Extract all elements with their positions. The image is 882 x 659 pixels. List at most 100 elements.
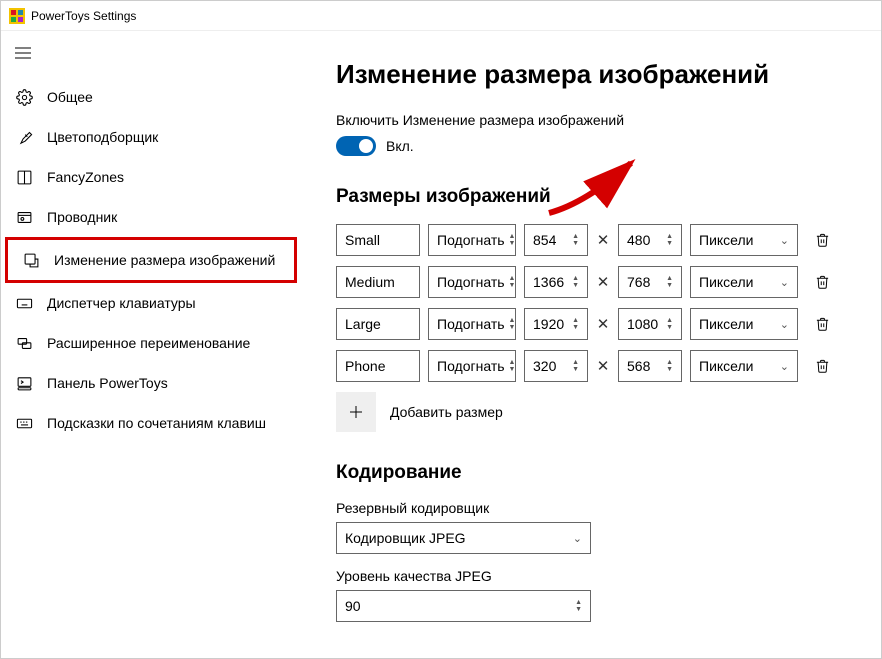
spinner-icon: ▲▼: [575, 599, 582, 613]
sidebar-item-label: Цветоподборщик: [47, 129, 158, 145]
add-size-button[interactable]: [336, 392, 376, 432]
selection-highlight: Изменение размера изображений: [5, 237, 297, 283]
size-height-input[interactable]: 1080▲▼: [618, 308, 682, 340]
sidebar-item-label: Панель PowerToys: [47, 375, 168, 391]
size-name-input[interactable]: Small: [336, 224, 420, 256]
spinner-icon: ▲▼: [509, 359, 516, 373]
eyedropper-icon: [15, 128, 33, 146]
size-unit-select[interactable]: Пиксели⌄: [690, 266, 798, 298]
spinner-icon: ▲▼: [666, 275, 673, 289]
size-name-input[interactable]: Medium: [336, 266, 420, 298]
sidebar-item-image-resizer[interactable]: Изменение размера изображений: [8, 240, 294, 280]
fallback-encoder-value: Кодировщик JPEG: [345, 530, 466, 546]
size-name-input[interactable]: Phone: [336, 350, 420, 382]
sidebar-item-powerrename[interactable]: Расширенное переименование: [1, 323, 301, 363]
size-row: LargeПодогнать▲▼1920▲▼ ✕ 1080▲▼Пиксели⌄: [336, 308, 853, 340]
size-width-input[interactable]: 1920▲▼: [524, 308, 588, 340]
size-width-input[interactable]: 1366▲▼: [524, 266, 588, 298]
sidebar-item-fancyzones[interactable]: FancyZones: [1, 157, 301, 197]
size-row: MediumПодогнать▲▼1366▲▼ ✕ 768▲▼Пиксели⌄: [336, 266, 853, 298]
jpeg-quality-value: 90: [345, 598, 361, 614]
chevron-down-icon: ⌄: [780, 234, 789, 247]
hamburger-button[interactable]: [1, 35, 45, 71]
times-icon: ✕: [596, 315, 610, 333]
preview-icon: [15, 208, 33, 226]
size-unit-select[interactable]: Пиксели⌄: [690, 224, 798, 256]
keyboard-icon: [15, 294, 33, 312]
size-width-input[interactable]: 854▲▼: [524, 224, 588, 256]
sidebar-item-label: Проводник: [47, 209, 117, 225]
size-fit-select[interactable]: Подогнать▲▼: [428, 350, 516, 382]
spinner-icon: ▲▼: [666, 233, 673, 247]
sidebar-item-explorer[interactable]: Проводник: [1, 197, 301, 237]
size-row: SmallПодогнать▲▼854▲▼ ✕ 480▲▼Пиксели⌄: [336, 224, 853, 256]
sidebar: Общее Цветоподборщик FancyZones Проводни…: [1, 31, 301, 658]
window-body: Общее Цветоподборщик FancyZones Проводни…: [1, 31, 881, 658]
size-row: PhoneПодогнать▲▼320▲▼✕568▲▼Пиксели⌄: [336, 350, 853, 382]
delete-size-button[interactable]: [812, 314, 832, 334]
sizes-heading: Размеры изображений: [336, 186, 853, 208]
chevron-down-icon: ⌄: [780, 318, 789, 331]
sidebar-item-label: Изменение размера изображений: [54, 252, 275, 268]
size-name-input[interactable]: Large: [336, 308, 420, 340]
shortcut-icon: [15, 414, 33, 432]
image-resize-icon: [22, 251, 40, 269]
size-fit-select[interactable]: Подогнать▲▼: [428, 308, 516, 340]
encoding-heading: Кодирование: [336, 462, 853, 484]
delete-size-button[interactable]: [812, 230, 832, 250]
gear-icon: [15, 88, 33, 106]
delete-size-button[interactable]: [812, 356, 832, 376]
app-window: PowerToys Settings Общее Цветоподборщик: [0, 0, 882, 659]
delete-size-button[interactable]: [812, 272, 832, 292]
sizes-list: SmallПодогнать▲▼854▲▼✕480▲▼Пиксели⌄Mediu…: [336, 224, 853, 382]
size-height-input[interactable]: 568▲▼: [618, 350, 682, 382]
sidebar-item-run[interactable]: Панель PowerToys: [1, 363, 301, 403]
spinner-icon: ▲▼: [666, 359, 673, 373]
sidebar-item-shortcut-guide[interactable]: Подсказки по сочетаниям клавиш: [1, 403, 301, 443]
sidebar-item-label: Подсказки по сочетаниям клавиш: [47, 415, 266, 431]
size-height-input[interactable]: 480▲▼: [618, 224, 682, 256]
run-icon: [15, 374, 33, 392]
size-unit-select[interactable]: Пиксели⌄: [690, 308, 798, 340]
toggle-state-text: Вкл.: [386, 138, 414, 154]
sidebar-item-label: Диспетчер клавиатуры: [47, 295, 196, 311]
size-fit-select[interactable]: Подогнать▲▼: [428, 266, 516, 298]
spinner-icon: ▲▼: [509, 275, 516, 289]
spinner-icon: ▲▼: [666, 317, 673, 331]
spinner-icon: ▲▼: [572, 233, 579, 247]
jpeg-quality-input[interactable]: 90 ▲▼: [336, 590, 591, 622]
rename-icon: [15, 334, 33, 352]
enable-label: Включить Изменение размера изображений: [336, 112, 853, 128]
spinner-icon: ▲▼: [509, 317, 516, 331]
sidebar-item-label: Общее: [47, 89, 93, 105]
add-size-row: Добавить размер: [336, 392, 853, 432]
enable-toggle[interactable]: [336, 136, 376, 156]
titlebar-text: PowerToys Settings: [31, 9, 136, 23]
spinner-icon: ▲▼: [572, 359, 579, 373]
add-size-label: Добавить размер: [390, 404, 503, 420]
titlebar: PowerToys Settings: [1, 1, 881, 31]
toggle-row: Вкл.: [336, 136, 853, 156]
sidebar-item-general[interactable]: Общее: [1, 77, 301, 117]
sidebar-item-label: FancyZones: [47, 169, 124, 185]
chevron-down-icon: ⌄: [780, 360, 789, 373]
size-unit-select[interactable]: Пиксели⌄: [690, 350, 798, 382]
times-icon: ✕: [596, 231, 610, 249]
content-pane: Изменение размера изображений Включить И…: [301, 31, 881, 658]
jpeg-quality-label: Уровень качества JPEG: [336, 568, 853, 584]
times-icon: ✕: [596, 273, 610, 291]
sidebar-item-keyboard-manager[interactable]: Диспетчер клавиатуры: [1, 283, 301, 323]
fallback-encoder-select[interactable]: Кодировщик JPEG ⌄: [336, 522, 591, 554]
chevron-down-icon: ⌄: [573, 532, 582, 545]
sidebar-item-colorpicker[interactable]: Цветоподборщик: [1, 117, 301, 157]
size-width-input[interactable]: 320▲▼: [524, 350, 588, 382]
layout-icon: [15, 168, 33, 186]
page-title: Изменение размера изображений: [336, 59, 853, 90]
spinner-icon: ▲▼: [572, 275, 579, 289]
app-icon: [9, 8, 25, 24]
fallback-encoder-label: Резервный кодировщик: [336, 500, 853, 516]
spinner-icon: ▲▼: [509, 233, 516, 247]
size-fit-select[interactable]: Подогнать▲▼: [428, 224, 516, 256]
spinner-icon: ▲▼: [572, 317, 579, 331]
size-height-input[interactable]: 768▲▼: [618, 266, 682, 298]
